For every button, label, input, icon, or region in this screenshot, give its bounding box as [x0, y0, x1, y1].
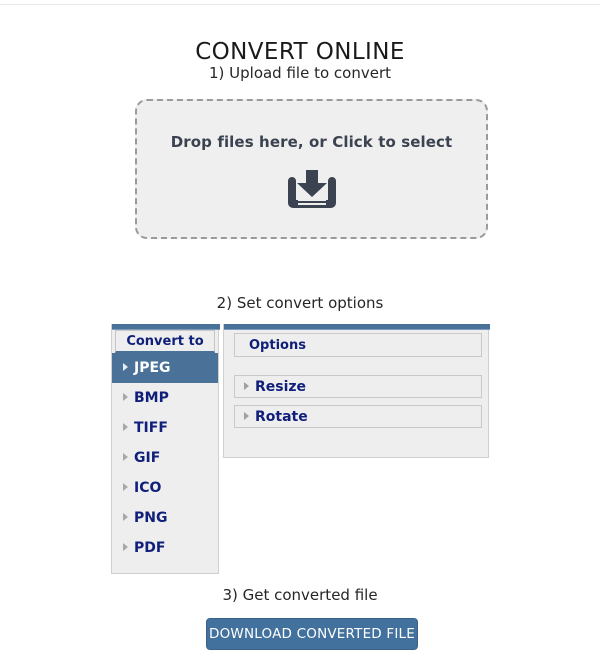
- chevron-right-icon: [123, 423, 128, 431]
- format-label: PNG: [134, 510, 168, 526]
- format-label: ICO: [134, 480, 162, 496]
- chevron-right-icon: [123, 483, 128, 491]
- chevron-right-icon: [123, 393, 128, 401]
- format-item-pdf[interactable]: PDF: [112, 533, 218, 563]
- convert-to-panel: Convert to JPEG BMP TIFF GIF ICO PNG PDF: [111, 324, 220, 574]
- chevron-right-icon: [244, 382, 249, 390]
- step-2-caption: 2) Set convert options: [216, 294, 384, 312]
- chevron-right-icon: [123, 513, 128, 521]
- chevron-right-icon: [244, 412, 249, 420]
- format-label: PDF: [134, 540, 166, 556]
- format-item-gif[interactable]: GIF: [112, 443, 218, 473]
- accordion-label: Rotate: [255, 409, 308, 425]
- format-item-ico[interactable]: ICO: [112, 473, 218, 503]
- format-item-png[interactable]: PNG: [112, 503, 218, 533]
- format-label: TIFF: [134, 420, 168, 436]
- format-label: GIF: [134, 450, 161, 466]
- download-converted-file-button[interactable]: DOWNLOAD CONVERTED FILE: [206, 618, 418, 650]
- panel-right-accent-bar: [224, 324, 490, 330]
- chevron-right-icon: [123, 363, 128, 371]
- download-tray-icon: [283, 169, 341, 213]
- step-3-caption: 3) Get converted file: [222, 586, 378, 604]
- format-item-jpeg[interactable]: JPEG: [112, 353, 218, 383]
- chevron-right-icon: [123, 543, 128, 551]
- format-label: JPEG: [134, 360, 171, 376]
- accordion-item-resize[interactable]: Resize: [234, 375, 482, 398]
- convert-options-panels: Convert to JPEG BMP TIFF GIF ICO PNG PDF…: [111, 324, 490, 576]
- step-1-caption: 1) Upload file to convert: [208, 64, 391, 82]
- panel-left-accent-bar: [112, 324, 220, 330]
- options-header: Options: [234, 333, 482, 357]
- page-title: CONVERT ONLINE: [195, 39, 405, 66]
- file-dropzone[interactable]: Drop files here, or Click to select: [135, 99, 488, 239]
- top-divider: [0, 4, 600, 5]
- dropzone-label: Drop files here, or Click to select: [170, 133, 453, 151]
- accordion-label: Resize: [255, 379, 307, 395]
- format-item-bmp[interactable]: BMP: [112, 383, 218, 413]
- format-item-tiff[interactable]: TIFF: [112, 413, 218, 443]
- chevron-right-icon: [123, 453, 128, 461]
- format-list: JPEG BMP TIFF GIF ICO PNG PDF: [112, 353, 218, 563]
- options-accordion: Resize Rotate: [234, 375, 482, 428]
- format-label: BMP: [134, 390, 169, 406]
- options-panel: Options Resize Rotate: [223, 324, 490, 458]
- accordion-item-rotate[interactable]: Rotate: [234, 405, 482, 428]
- convert-to-header: Convert to: [115, 330, 215, 353]
